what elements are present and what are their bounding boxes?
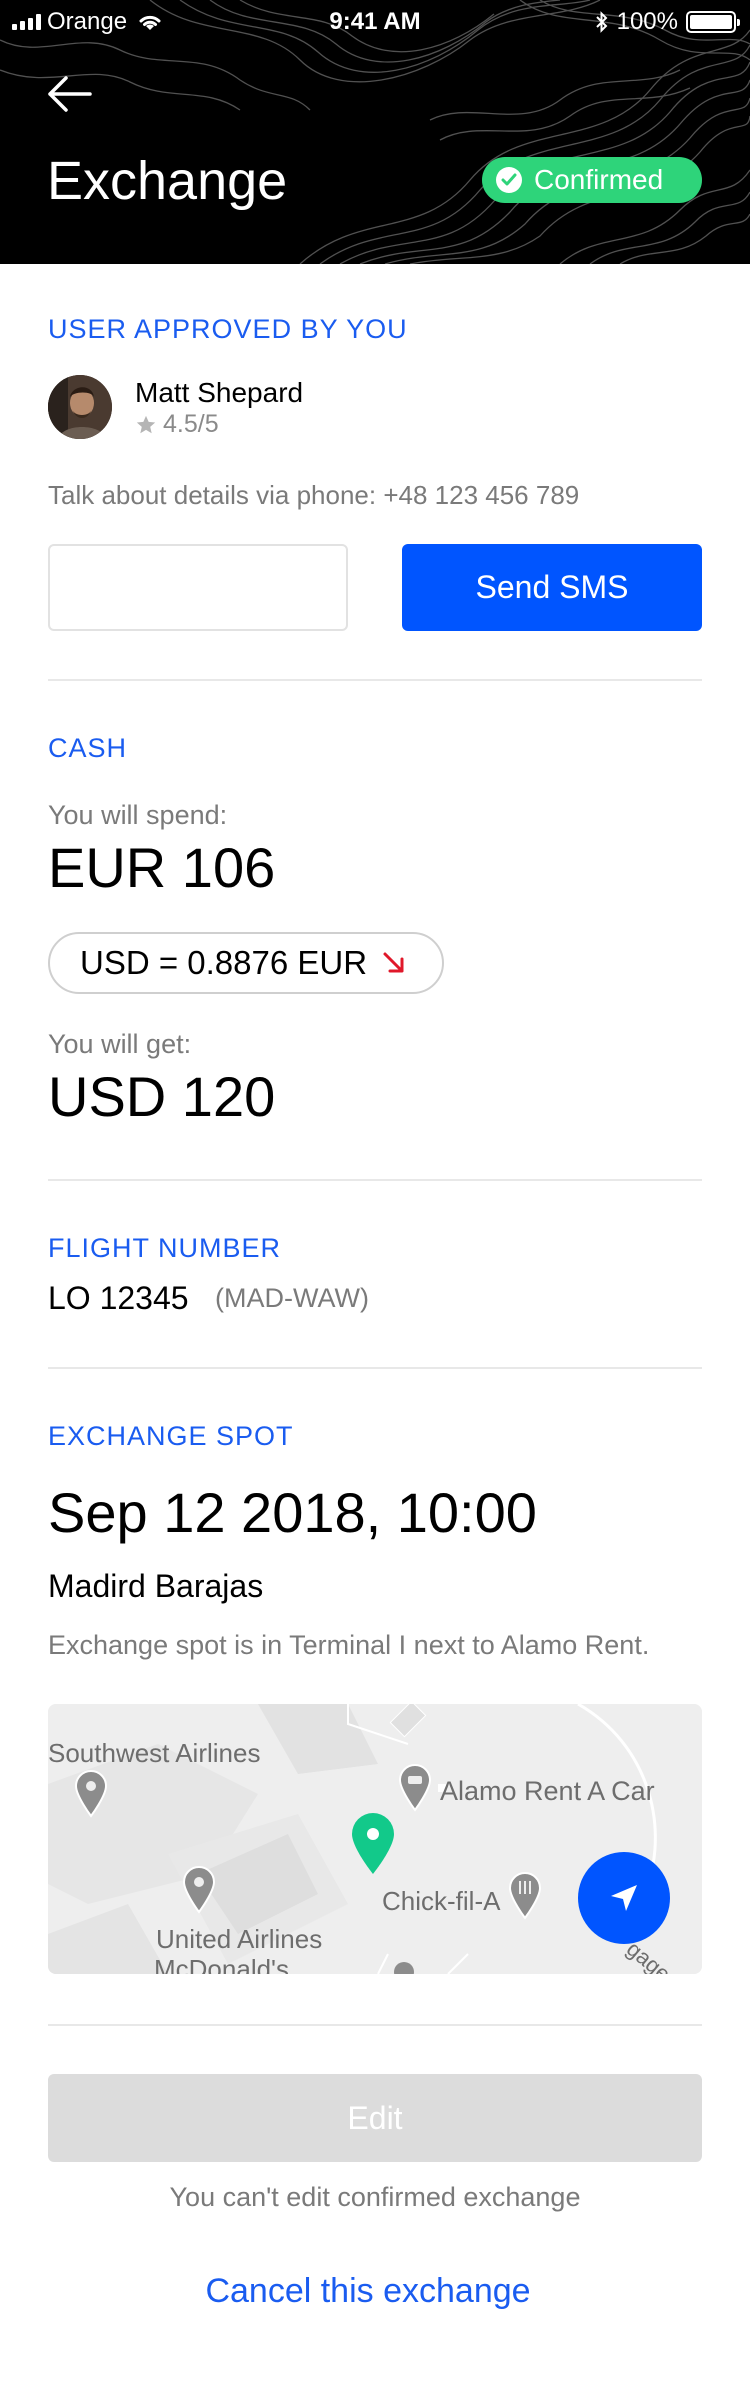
map-pin-icon[interactable] bbox=[508, 1872, 542, 1920]
map-pin-icon bbox=[394, 1962, 414, 1974]
rating-value: 4.5/5 bbox=[163, 410, 219, 438]
battery-icon bbox=[686, 11, 740, 33]
avatar[interactable] bbox=[48, 375, 112, 439]
navigate-icon bbox=[611, 1885, 637, 1911]
check-icon bbox=[496, 167, 522, 193]
spot-description: Exchange spot is in Terminal I next to A… bbox=[48, 1630, 650, 1660]
exchange-spot-pin-icon[interactable] bbox=[350, 1812, 396, 1876]
spend-label: You will spend: bbox=[48, 800, 228, 830]
map-label-alamo: Alamo Rent A Car bbox=[440, 1776, 655, 1806]
user-rating: 4.5/5 bbox=[135, 410, 219, 439]
map-label-mcdonalds: McDonald's bbox=[154, 1954, 290, 1974]
map[interactable]: Southwest Airlines Alamo Rent A Car Chic… bbox=[48, 1704, 702, 1974]
battery-percent: 100% bbox=[616, 8, 678, 35]
flight-section-label: FLIGHT NUMBER bbox=[48, 1233, 282, 1263]
spot-section-label: EXCHANGE SPOT bbox=[48, 1421, 294, 1451]
phone-text: Talk about details via phone: +48 123 45… bbox=[48, 480, 580, 510]
edit-button[interactable]: Edit bbox=[48, 2074, 702, 2162]
user-section-label: USER APPROVED BY YOU bbox=[48, 314, 408, 344]
sms-input[interactable] bbox=[48, 544, 348, 631]
page-title: Exchange bbox=[47, 151, 288, 211]
divider bbox=[48, 1179, 702, 1181]
status-bar: Orange 9:41 AM 100% bbox=[0, 0, 750, 42]
bluetooth-icon bbox=[595, 11, 608, 33]
flight-number: LO 12345 bbox=[48, 1280, 189, 1316]
cash-section-label: CASH bbox=[48, 733, 128, 763]
back-arrow-icon[interactable] bbox=[44, 72, 94, 116]
rate-down-arrow-icon bbox=[383, 952, 404, 973]
navigate-button[interactable] bbox=[578, 1852, 670, 1944]
exchange-rate-pill: USD = 0.8876 EUR bbox=[48, 932, 444, 994]
map-pin-icon[interactable] bbox=[74, 1770, 108, 1818]
star-icon bbox=[136, 415, 156, 433]
divider bbox=[48, 1367, 702, 1369]
divider bbox=[48, 2024, 702, 2026]
exchange-place: Madird Barajas bbox=[48, 1568, 264, 1604]
cancel-exchange-link[interactable]: Cancel this exchange bbox=[0, 2272, 736, 2311]
status-badge: Confirmed bbox=[482, 157, 702, 203]
map-label-southwest: Southwest Airlines bbox=[48, 1738, 261, 1768]
exchange-rate: USD = 0.8876 EUR bbox=[80, 944, 368, 981]
divider bbox=[48, 679, 702, 681]
map-label-united: United Airlines bbox=[156, 1924, 323, 1954]
map-label-chick-fil-a: Chick-fil-A bbox=[382, 1886, 501, 1916]
exchange-datetime: Sep 12 2018, 10:00 bbox=[48, 1481, 537, 1544]
map-pin-icon[interactable] bbox=[182, 1866, 216, 1914]
status-badge-label: Confirmed bbox=[534, 164, 664, 195]
edit-note: You can't edit confirmed exchange bbox=[169, 2182, 581, 2212]
spend-value: EUR 106 bbox=[48, 836, 276, 899]
get-label: You will get: bbox=[48, 1029, 192, 1059]
flight-route: (MAD-WAW) bbox=[215, 1283, 369, 1313]
map-pin-icon[interactable] bbox=[398, 1764, 432, 1812]
get-value: USD 120 bbox=[48, 1065, 276, 1128]
header: Orange 9:41 AM 100% Exchange Confirmed bbox=[0, 0, 750, 264]
user-name: Matt Shepard bbox=[135, 377, 304, 408]
send-sms-button[interactable]: Send SMS bbox=[402, 544, 702, 631]
